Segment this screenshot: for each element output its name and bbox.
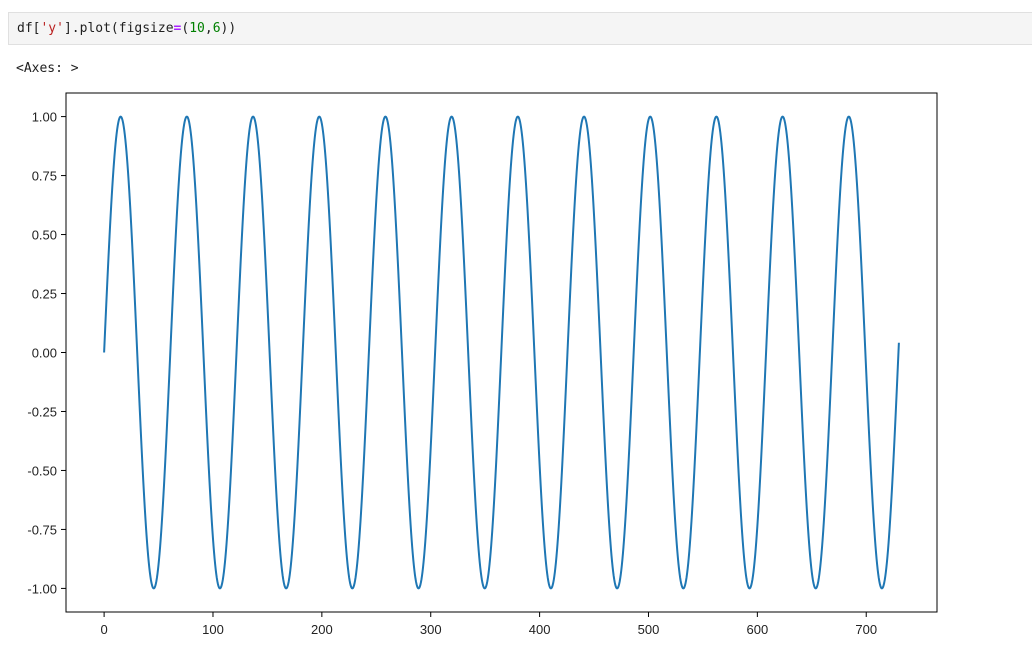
x-tick-label: 0 (100, 622, 107, 637)
y-tick-label: -0.25 (27, 404, 57, 419)
y-tick-label: 0.75 (32, 169, 57, 184)
x-tick-label: 300 (420, 622, 442, 637)
y-tick-label: 1.00 (32, 110, 57, 125)
series-line-y (103, 115, 900, 590)
x-tick-label: 600 (747, 622, 769, 637)
x-tick-label: 700 (855, 622, 877, 637)
x-tick-label: 400 (529, 622, 551, 637)
y-tick-label: -0.50 (27, 463, 57, 478)
y-tick-label: -0.75 (27, 522, 57, 537)
y-tick-label: -1.00 (27, 581, 57, 596)
line-chart: 0 100 200 300 400 500 600 700 1.00 0.75 0.50 0.25 0.… (27, 92, 938, 637)
y-tick-label: 0.00 (32, 346, 57, 361)
x-tick-label: 200 (311, 622, 333, 637)
x-tick-label: 500 (638, 622, 660, 637)
x-tick-label: 100 (202, 622, 224, 637)
y-tick-label: 0.25 (32, 287, 57, 302)
y-tick-label: 0.50 (32, 228, 57, 243)
